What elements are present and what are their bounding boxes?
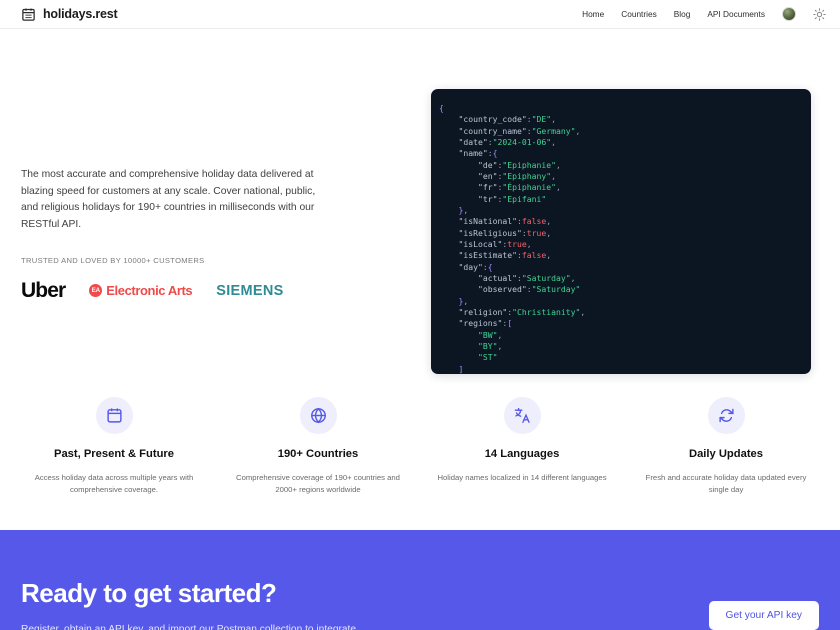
code-line: "BW", [477,329,503,340]
code-line: "isReligious":true, [458,227,552,238]
feature-past-present-future: Past, Present & Future Access holiday da… [12,359,216,495]
translate-icon [503,397,541,434]
nav-item-api-documents[interactable]: API Documents [707,9,765,19]
feature-description: Fresh and accurate holiday data updated … [645,473,807,494]
feature-daily-updates: Daily Updates Fresh and accurate holiday… [624,359,828,495]
brand-logo[interactable]: holidays.rest [21,7,118,22]
site-header: holidays.rest Home Countries Blog API Do… [0,0,840,29]
code-line: "observed":"Saturday" [477,284,581,295]
code-line: "BY", [477,340,503,351]
code-line: "religion":"Christianity", [458,306,586,317]
nav-item-home[interactable]: Home [582,9,604,19]
get-api-key-button[interactable]: Get your API key [708,601,819,630]
page-root: holidays.rest Home Countries Blog API Do… [0,0,840,630]
code-line: }, [458,204,469,215]
siemens-logo: SIEMENS [216,282,284,299]
cta-content: Ready to get started? Register, obtain a… [21,530,356,630]
code-line: "tr":"Epifani" [477,193,547,204]
ea-badge-icon: EA [89,284,103,298]
code-line: "regions":[ [458,318,513,329]
code-line: }, [458,295,469,306]
globe-icon [299,397,337,434]
code-line: "country_name":"Germany", [458,125,581,136]
main-navigation: Home Countries Blog API Documents [582,7,826,21]
electronic-arts-logo: EA Electronic Arts [89,283,193,299]
feature-description: Holiday names localized in 14 different … [437,473,607,482]
cta-title: Ready to get started? [21,578,277,608]
code-line: "de":"Epiphanie", [477,159,561,170]
code-line: "isEstimate":false, [458,250,552,261]
code-line: "country_code":"DE", [458,114,556,125]
code-line: "ST" [477,352,498,363]
code-line: "date":"2024-01-06", [458,136,556,147]
nav-item-countries[interactable]: Countries [621,9,657,19]
trusted-label: TRUSTED AND LOVED BY 10000+ CUSTOMERS [21,255,205,265]
code-line: "isLocal":true, [458,238,532,249]
feature-title: Daily Updates [689,448,763,460]
calendar-icon [95,397,133,434]
sun-icon[interactable] [813,7,826,21]
json-code-block: { "country_code":"DE", "country_name":"G… [431,103,811,374]
code-line: "actual":"Saturday", [477,272,576,283]
feature-title: Past, Present & Future [54,448,174,460]
hero-content: The most accurate and comprehensive holi… [21,29,421,303]
code-line: "name":{ [458,148,498,159]
feature-description: Comprehensive coverage of 190+ countries… [236,473,400,494]
hero-section: The most accurate and comprehensive holi… [0,29,840,374]
feature-description: Access holiday data across multiple year… [34,473,194,494]
code-line: ] [458,363,464,374]
calendar-icon [21,7,36,22]
feature-title: 14 Languages [484,448,560,460]
feature-languages: 14 Languages Holiday names localized in … [420,359,624,484]
code-line: "en":"Epiphany", [477,170,556,181]
user-avatar[interactable] [782,7,796,21]
code-line: { [439,103,444,113]
code-line: "day":{ [458,261,493,272]
code-line: "isNational":false, [458,216,552,227]
hero-description: The most accurate and comprehensive holi… [21,169,316,231]
cta-section: Ready to get started? Register, obtain a… [0,530,840,630]
code-sample-card: { "country_code":"DE", "country_name":"G… [431,89,811,374]
feature-title: 190+ Countries [277,448,359,460]
features-section: Past, Present & Future Access holiday da… [0,359,840,529]
electronic-arts-label: Electronic Arts [106,283,193,299]
uber-logo: Uber [21,278,66,302]
feature-countries: 190+ Countries Comprehensive coverage of… [216,359,420,495]
cta-subtitle: Register, obtain an API key, and import … [21,624,357,630]
nav-item-blog[interactable]: Blog [674,9,691,19]
code-line: "fr":"Épiphanie", [477,182,561,193]
customer-logos: Uber EA Electronic Arts SIEMENS [21,279,421,303]
sync-icon [707,397,745,434]
brand-name: holidays.rest [43,7,118,21]
